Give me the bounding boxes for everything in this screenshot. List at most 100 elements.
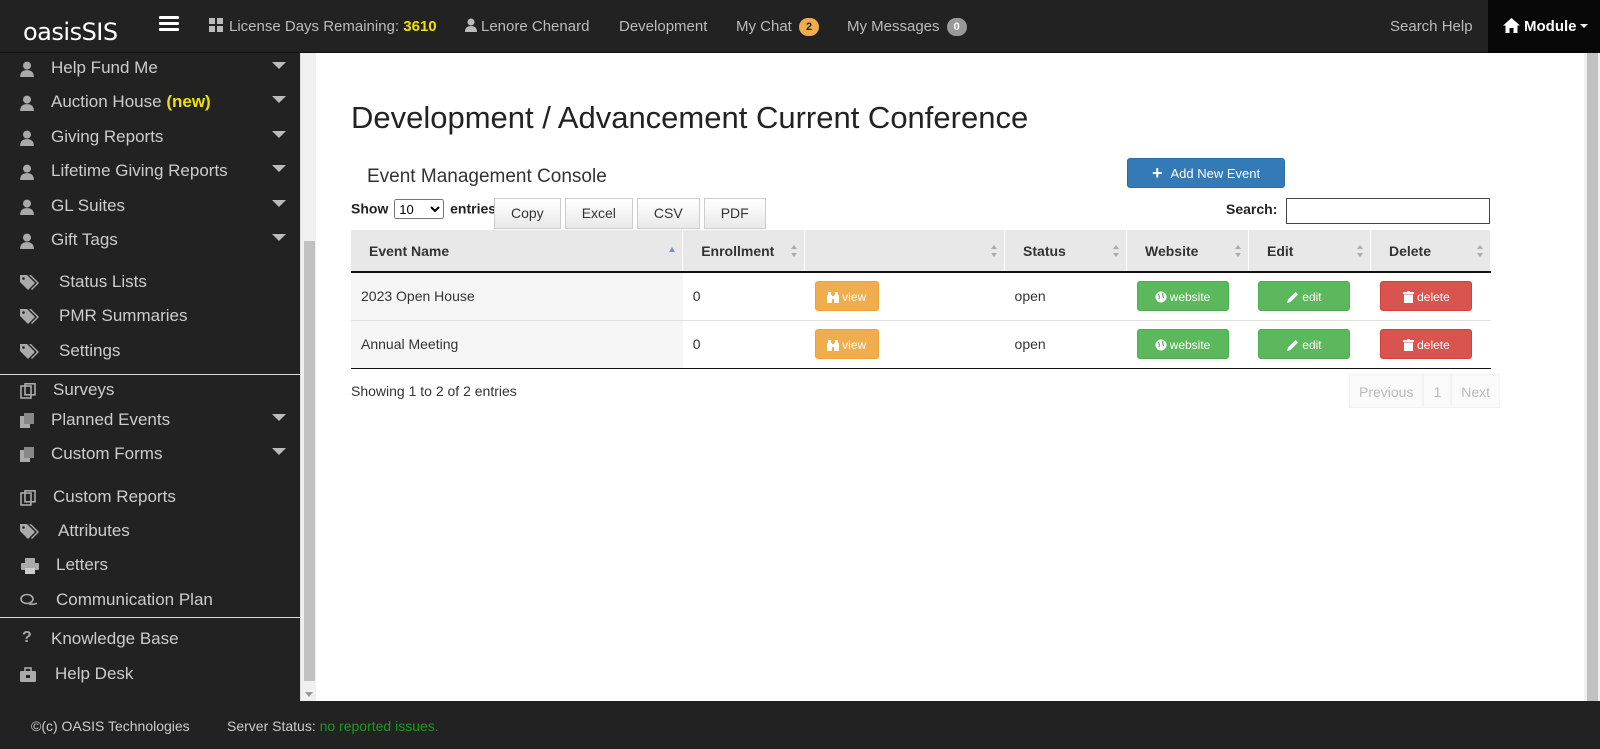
trash-icon xyxy=(1403,339,1415,351)
sidebar-item-communication-plan[interactable]: Communication Plan xyxy=(0,585,300,617)
nav-development[interactable]: Development xyxy=(619,17,707,37)
page-scrollbar[interactable] xyxy=(1584,53,1600,701)
scrollbar-thumb[interactable] xyxy=(1587,53,1598,701)
caret-down-icon xyxy=(272,96,286,103)
messages-count-badge: 0 xyxy=(946,18,967,36)
nav-my-messages[interactable]: My Messages 0 xyxy=(847,17,967,37)
comments-icon xyxy=(20,593,38,606)
caret-down-icon xyxy=(272,234,286,241)
footer: ©(c) OASIS Technologies Server Status: n… xyxy=(0,701,1600,749)
previous-page-button[interactable]: Previous xyxy=(1349,374,1424,408)
column-header-status[interactable]: Status xyxy=(1004,230,1127,273)
console-title: Event Management Console xyxy=(367,166,607,187)
globe-icon xyxy=(1155,339,1167,351)
brand-logo[interactable]: oasisSIS xyxy=(23,18,118,46)
nav-my-chat[interactable]: My Chat 2 xyxy=(736,17,820,37)
sidebar-item-label: Custom Reports xyxy=(53,487,176,506)
delete-label: delete xyxy=(1417,290,1450,305)
website-button[interactable]: website xyxy=(1136,329,1229,359)
caret-down-icon xyxy=(272,165,286,172)
sidebar-item-label: Gift Tags xyxy=(51,230,118,249)
sidebar-item-giving-reports[interactable]: Giving Reports xyxy=(0,122,300,154)
cell-event-name: Annual Meeting xyxy=(351,320,683,369)
sidebar-item-attributes[interactable]: Attributes xyxy=(0,516,300,548)
edit-button[interactable]: edit xyxy=(1258,329,1351,359)
binoculars-icon xyxy=(827,292,840,304)
sort-both-icon xyxy=(1234,245,1241,257)
tags-icon xyxy=(20,309,39,324)
column-header-label: Enrollment xyxy=(701,242,775,259)
scroll-down-arrow-icon[interactable] xyxy=(305,692,313,697)
sidebar-item-custom-reports[interactable]: Custom Reports xyxy=(0,482,300,514)
sidebar-item-label: Surveys xyxy=(53,380,115,399)
column-header-edit[interactable]: Edit xyxy=(1248,230,1371,273)
sidebar-item-lifetime-giving-reports[interactable]: Lifetime Giving Reports xyxy=(0,156,300,188)
sidebar-item-help-desk[interactable]: Help Desk xyxy=(0,659,300,691)
add-new-event-button[interactable]: + Add New Event xyxy=(1127,158,1285,188)
delete-button[interactable]: delete xyxy=(1380,329,1473,359)
server-status-value: no reported issues. xyxy=(319,718,439,734)
sidebar-item-help-fund-me[interactable]: Help Fund Me xyxy=(0,53,300,85)
scrollbar-thumb[interactable] xyxy=(304,241,315,681)
column-header-delete[interactable]: Delete xyxy=(1370,230,1492,273)
entries-select[interactable]: 10 xyxy=(394,199,445,219)
sort-both-icon xyxy=(991,245,998,257)
view-label: view xyxy=(842,338,867,352)
pdf-button[interactable]: PDF xyxy=(703,198,766,229)
module-dropdown[interactable]: Module xyxy=(1488,0,1600,53)
sidebar-item-settings[interactable]: Settings xyxy=(0,336,300,368)
column-header-event-name[interactable]: Event Name xyxy=(351,230,684,273)
sidebar-item-label: Knowledge Base xyxy=(51,629,179,648)
table-info: Showing 1 to 2 of 2 entries xyxy=(351,383,517,399)
copy-icon xyxy=(20,490,36,506)
page-title: Development / Advancement Current Confer… xyxy=(351,100,1029,135)
edit-label: edit xyxy=(1302,290,1322,305)
website-button[interactable]: website xyxy=(1136,281,1229,312)
sidebar-item-gift-tags[interactable]: Gift Tags xyxy=(0,225,300,257)
pagination: Previous 1 Next xyxy=(1349,374,1501,408)
sidebar-divider xyxy=(0,617,300,618)
sort-both-icon xyxy=(1356,245,1363,257)
cell-enrollment: 0 xyxy=(682,272,805,321)
pencil-icon xyxy=(1287,292,1299,304)
globe-icon xyxy=(1155,291,1167,303)
delete-button[interactable]: delete xyxy=(1380,281,1473,312)
user-menu[interactable]: Lenore Chenard xyxy=(465,17,589,37)
top-navbar: oasisSIS License Days Remaining: 3610 Le… xyxy=(0,0,1600,53)
sidebar-item-surveys[interactable]: Surveys xyxy=(0,375,300,407)
sidebar-item-status-lists[interactable]: Status Lists xyxy=(0,267,300,299)
csv-button[interactable]: CSV xyxy=(636,198,700,229)
sort-both-icon xyxy=(1113,245,1119,257)
chat-count-badge: 2 xyxy=(799,18,820,36)
column-header-view[interactable] xyxy=(804,230,1006,273)
sidebar-item-letters[interactable]: Letters xyxy=(0,550,300,582)
edit-button[interactable]: edit xyxy=(1258,281,1351,312)
table-search: Search: xyxy=(1226,198,1490,224)
sidebar-item-knowledge-base[interactable]: ? Knowledge Base xyxy=(0,624,300,656)
website-label: website xyxy=(1169,290,1211,305)
files-icon xyxy=(20,413,34,428)
page-1-button[interactable]: 1 xyxy=(1423,374,1452,408)
tags-icon xyxy=(20,524,39,539)
sidebar-item-auction-house[interactable]: Auction House (new) xyxy=(0,87,300,119)
hamburger-menu-icon[interactable] xyxy=(159,16,179,32)
sort-asc-icon xyxy=(669,247,676,252)
next-page-button[interactable]: Next xyxy=(1451,374,1501,408)
sidebar-scrollbar[interactable] xyxy=(300,53,316,701)
sidebar-item-custom-forms[interactable]: Custom Forms xyxy=(0,439,300,471)
sidebar-item-gl-suites[interactable]: GL Suites xyxy=(0,191,300,223)
view-button[interactable]: view xyxy=(814,329,879,359)
search-input[interactable] xyxy=(1286,198,1490,224)
sidebar-item-label: Communication Plan xyxy=(56,590,213,609)
view-button[interactable]: view xyxy=(814,281,879,312)
column-header-website[interactable]: Website xyxy=(1126,230,1249,273)
search-help-link[interactable]: Search Help xyxy=(1390,17,1473,37)
entries-label: entries xyxy=(450,200,497,217)
sidebar-item-planned-events[interactable]: Planned Events xyxy=(0,405,300,437)
copy-button[interactable]: Copy xyxy=(494,198,561,229)
tags-icon xyxy=(20,344,39,359)
server-status: Server Status: no reported issues. xyxy=(227,718,439,734)
sidebar-item-pmr-summaries[interactable]: PMR Summaries xyxy=(0,301,300,333)
excel-button[interactable]: Excel xyxy=(564,198,633,229)
column-header-enrollment[interactable]: Enrollment xyxy=(682,230,806,273)
